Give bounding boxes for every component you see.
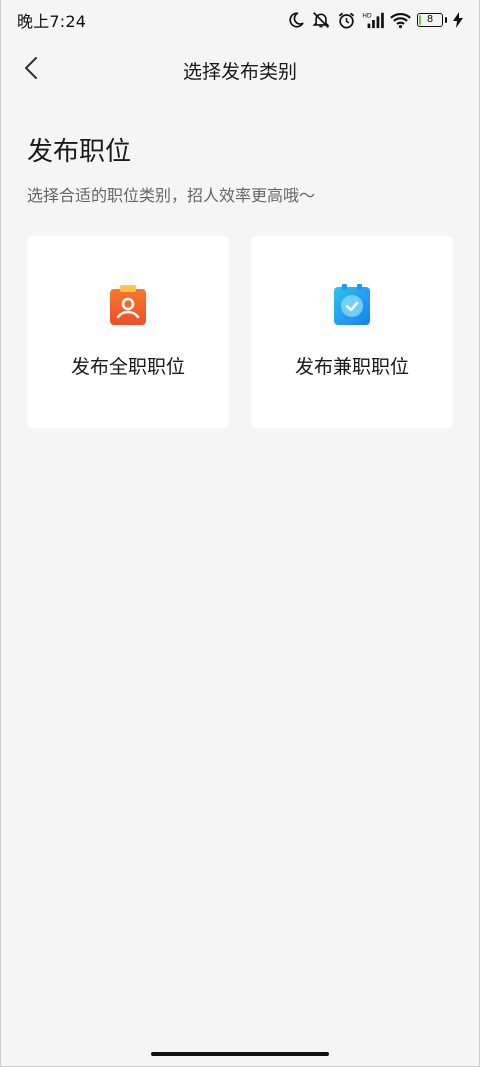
hd-label: HD bbox=[362, 12, 372, 19]
nav-bar: 选择发布类别 bbox=[1, 44, 479, 96]
signal-icon: HD bbox=[362, 11, 384, 29]
parttime-job-card[interactable]: 发布兼职职位 bbox=[251, 236, 453, 428]
section-subtitle: 选择合适的职位类别，招人效率更高哦～ bbox=[27, 186, 316, 205]
wifi-icon bbox=[390, 12, 411, 29]
battery-body: 8 bbox=[417, 13, 443, 27]
fulltime-job-label: 发布全职职位 bbox=[70, 356, 185, 378]
battery-icon: 8 bbox=[417, 13, 447, 27]
home-indicator[interactable] bbox=[151, 1052, 329, 1056]
battery-level: 8 bbox=[426, 14, 434, 25]
section-title: 发布职位 bbox=[27, 137, 132, 167]
battery-fill bbox=[419, 15, 421, 25]
battery-cap bbox=[445, 17, 447, 23]
page-title: 选择发布类别 bbox=[182, 60, 297, 83]
charging-icon bbox=[453, 12, 463, 28]
chevron-left-icon bbox=[24, 57, 38, 83]
fulltime-badge-icon bbox=[110, 285, 146, 325]
status-time: 晚上7:24 bbox=[17, 12, 87, 31]
back-button[interactable] bbox=[15, 54, 47, 86]
parttime-clock-icon bbox=[334, 284, 370, 325]
parttime-job-label: 发布兼职职位 bbox=[294, 356, 409, 378]
status-bar: 晚上7:24 HD 8 bbox=[1, 0, 479, 40]
app-screen: 晚上7:24 HD 8 选择发布类别 发布职位 选择合适的职位类别，招人效率更高… bbox=[0, 0, 480, 1067]
mute-icon bbox=[311, 11, 331, 29]
job-type-cards: 发布全职职位 发布兼职职位 bbox=[27, 236, 453, 428]
fulltime-job-card[interactable]: 发布全职职位 bbox=[27, 236, 229, 428]
status-icons: HD 8 bbox=[287, 11, 463, 30]
moon-icon bbox=[287, 11, 305, 29]
alarm-icon bbox=[337, 11, 356, 30]
